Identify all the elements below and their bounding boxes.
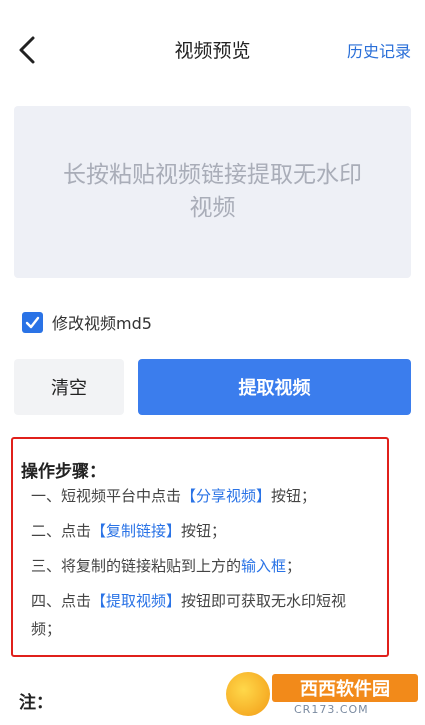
link-paste-area[interactable]: 长按粘贴视频链接提取无水印 视频 [14,106,411,278]
paste-hint: 长按粘贴视频链接提取无水印 视频 [33,159,393,225]
modify-md5-checkbox[interactable] [22,311,43,333]
step-text: 按钮； [271,487,317,505]
step-item: 二、点击【复制链接】按钮； [31,517,376,545]
watermark-logo-icon [226,672,270,716]
step-item: 四、点击【提取视频】按钮即可获取无水印短视频； [31,587,376,643]
step-text: 一、短视频平台中点击 [31,487,182,505]
checkmark-icon [25,316,40,328]
step-item: 一、短视频平台中点击【分享视频】按钮； [31,482,376,510]
step-text: ； [286,557,302,575]
watermark-url: CR173.COM [294,703,369,716]
step-highlight: 【分享视频】 [181,487,272,505]
modify-md5-label: 修改视频md5 [52,314,152,333]
step-highlight: 输入框 [241,557,287,575]
top-bar: 视频预览 历史记录 [0,0,425,100]
site-watermark: 西西软件园 CR173.COM [222,668,422,720]
instructions-panel: 操作步骤： 一、短视频平台中点击【分享视频】按钮； 二、点击【复制链接】按钮； … [11,437,389,657]
clear-button[interactable]: 清空 [14,359,124,415]
paste-hint-line1: 长按粘贴视频链接提取无水印 [63,162,362,188]
history-link[interactable]: 历史记录 [347,38,411,62]
step-item: 三、将复制的链接粘贴到上方的输入框； [31,552,376,580]
step-highlight: 【复制链接】 [91,522,182,540]
modify-md5-option[interactable]: 修改视频md5 [22,311,152,333]
step-text: 四、点击 [31,592,92,610]
paste-hint-line2: 视频 [189,195,236,221]
instructions-title: 操作步骤： [21,462,106,482]
note-title: 注： [19,693,53,713]
step-highlight: 【提取视频】 [91,592,182,610]
step-text: 按钮； [181,522,227,540]
step-text: 三、将复制的链接粘贴到上方的 [31,557,242,575]
step-text: 二、点击 [31,522,92,540]
extract-video-button[interactable]: 提取视频 [138,359,411,415]
watermark-text: 西西软件园 [272,674,418,702]
